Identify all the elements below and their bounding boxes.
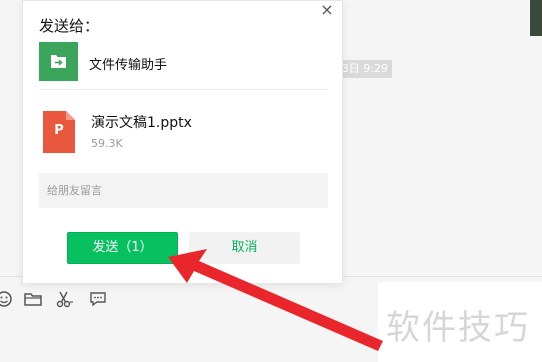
chat-timestamp: 3日 9:29 <box>340 60 392 78</box>
recipient-name: 文件传输助手 <box>89 58 168 73</box>
file-attachment: P 演示文稿1.pptx 59.3K <box>39 107 328 157</box>
send-to-dialog: 发送给： × 文件传输助手 P 演示文稿1.pptx 59.3K 给朋友留言 发… <box>22 0 343 284</box>
folder-icon[interactable] <box>23 289 43 309</box>
dialog-divider <box>39 89 328 90</box>
file-name: 演示文稿1.pptx <box>91 115 192 131</box>
emoji-icon[interactable] <box>0 289 14 309</box>
chat-bubble-icon[interactable] <box>88 289 108 309</box>
close-button[interactable]: × <box>318 1 336 19</box>
message-input[interactable]: 给朋友留言 <box>39 173 328 208</box>
recipient-row: 文件传输助手 <box>39 41 328 81</box>
cancel-button[interactable]: 取消 <box>189 232 300 264</box>
file-transfer-avatar <box>39 42 78 81</box>
file-type-badge: P <box>54 123 64 138</box>
scissors-icon[interactable] <box>55 289 75 309</box>
folder-arrow-icon <box>51 55 66 68</box>
sidebar-strip <box>530 0 542 36</box>
file-size: 59.3K <box>91 137 123 150</box>
dialog-title: 发送给： <box>39 17 100 35</box>
send-button[interactable]: 发送（1） <box>67 232 178 264</box>
watermark-text: 软件技巧 <box>386 308 530 348</box>
